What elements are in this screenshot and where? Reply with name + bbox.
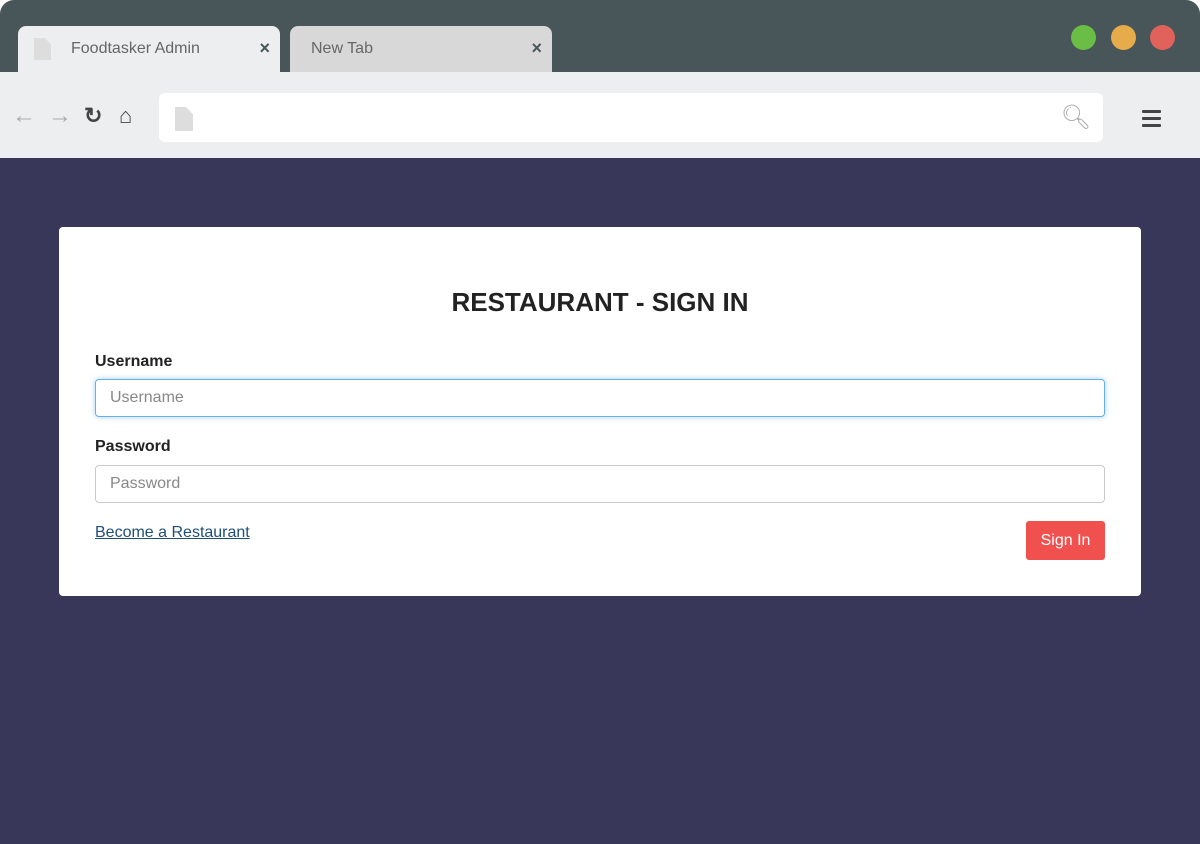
tab-title: Foodtasker Admin: [71, 40, 200, 57]
close-window-button[interactable]: [1150, 25, 1175, 50]
close-icon[interactable]: ×: [531, 38, 542, 59]
home-icon[interactable]: ⌂: [119, 105, 132, 127]
sign-in-card: RESTAURANT - SIGN IN Username Password B…: [59, 227, 1141, 596]
close-icon[interactable]: ×: [259, 38, 270, 59]
reload-icon[interactable]: ↻: [84, 105, 102, 127]
tab-foodtasker-admin[interactable]: Foodtasker Admin ×: [18, 26, 280, 72]
become-restaurant-link[interactable]: Become a Restaurant: [95, 524, 250, 542]
browser-window: Foodtasker Admin × New Tab × ← → ↻ ⌂ 🔍︎ …: [0, 0, 1200, 844]
page-icon: [175, 107, 193, 131]
forward-arrow-icon[interactable]: →: [48, 104, 72, 128]
page-content: RESTAURANT - SIGN IN Username Password B…: [0, 158, 1200, 844]
hamburger-menu-icon[interactable]: [1142, 110, 1161, 131]
page-icon: [34, 38, 51, 60]
username-label: Username: [95, 353, 173, 370]
maximize-button[interactable]: [1071, 25, 1096, 50]
back-arrow-icon[interactable]: ←: [12, 104, 36, 128]
address-bar[interactable]: 🔍︎: [159, 93, 1103, 142]
sign-in-button[interactable]: Sign In: [1026, 521, 1105, 560]
username-input[interactable]: [95, 379, 1105, 417]
tab-title: New Tab: [311, 40, 373, 57]
password-input[interactable]: [95, 465, 1105, 503]
password-label: Password: [95, 438, 171, 455]
toolbar: ← → ↻ ⌂ 🔍︎: [0, 72, 1200, 158]
page-title: RESTAURANT - SIGN IN: [451, 287, 749, 317]
tab-new-tab[interactable]: New Tab ×: [290, 26, 552, 72]
search-icon[interactable]: 🔍︎: [1061, 103, 1091, 132]
minimize-button[interactable]: [1111, 25, 1136, 50]
